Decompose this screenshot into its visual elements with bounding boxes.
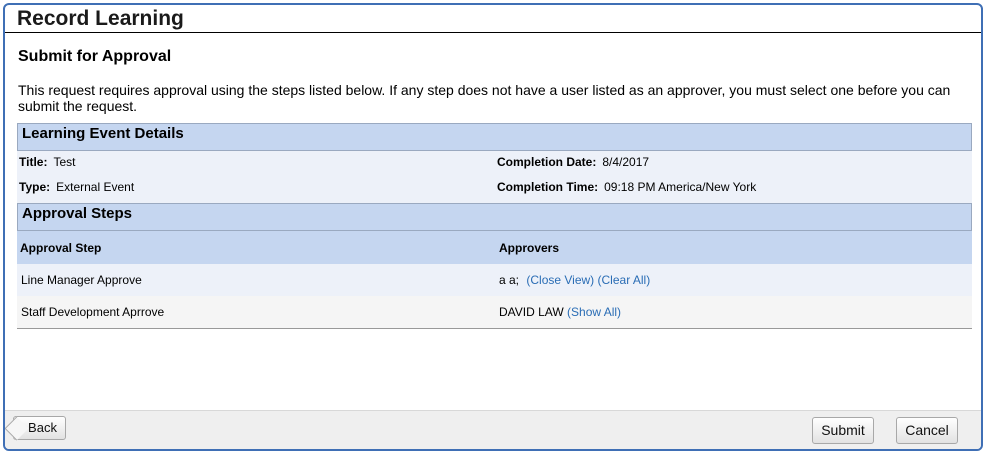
approver-name: a a; <box>499 273 520 287</box>
page-subtitle: Submit for Approval <box>18 48 172 65</box>
title-value: Test <box>53 155 76 169</box>
column-header-step: Approval Step <box>20 241 102 255</box>
type-label: Type: <box>19 180 51 194</box>
approval-steps-title: Approval Steps <box>22 205 133 222</box>
completion-date-label: Completion Date: <box>497 155 597 169</box>
submit-button[interactable]: Submit <box>812 417 874 444</box>
table-row: Staff Development Aprrove DAVID LAW (Sho… <box>17 296 972 329</box>
event-details: Title: Test Type: External Event Completio… <box>17 151 972 203</box>
completion-date-field: Completion Date: 8/4/2017 <box>497 155 649 169</box>
title-bar: Record Learning <box>5 5 981 33</box>
event-details-title: Learning Event Details <box>22 125 184 142</box>
close-view-link[interactable]: (Close View) <box>526 273 594 287</box>
type-field: Type: External Event <box>19 180 134 194</box>
completion-time-field: Completion Time: 09:18 PM America/New Yor… <box>497 180 756 194</box>
title-label: Title: <box>19 155 48 169</box>
column-header-approvers: Approvers <box>499 241 560 255</box>
completion-date-value: 8/4/2017 <box>602 155 650 169</box>
step-name: Staff Development Aprrove <box>21 305 165 319</box>
dialog-window: Record Learning Submit for Approval This… <box>3 3 983 451</box>
back-button[interactable]: Back <box>13 416 66 440</box>
approvers-cell: a a; (Close View) (Clear All) <box>499 273 650 287</box>
footer-bar: Back Submit Cancel <box>5 410 981 449</box>
step-name: Line Manager Approve <box>21 273 142 287</box>
event-details-header: Learning Event Details <box>17 123 972 151</box>
type-value: External Event <box>56 180 135 194</box>
approval-table-header: Approval Step Approvers <box>17 231 972 264</box>
table-row: Line Manager Approve a a; (Close View) (… <box>17 264 972 296</box>
approval-steps-header: Approval Steps <box>17 203 972 231</box>
intro-text: This request requires approval using the… <box>18 82 951 114</box>
approvers-cell: DAVID LAW (Show All) <box>499 305 621 319</box>
completion-time-label: Completion Time: <box>497 180 599 194</box>
completion-time-value: 09:18 PM America/New York <box>604 180 757 194</box>
show-all-link[interactable]: (Show All) <box>567 305 621 319</box>
approver-name: DAVID LAW <box>499 305 564 319</box>
cancel-button[interactable]: Cancel <box>896 417 958 444</box>
clear-all-link[interactable]: (Clear All) <box>598 273 651 287</box>
title-field: Title: Test <box>19 155 75 169</box>
dialog-title: Record Learning <box>17 7 184 30</box>
